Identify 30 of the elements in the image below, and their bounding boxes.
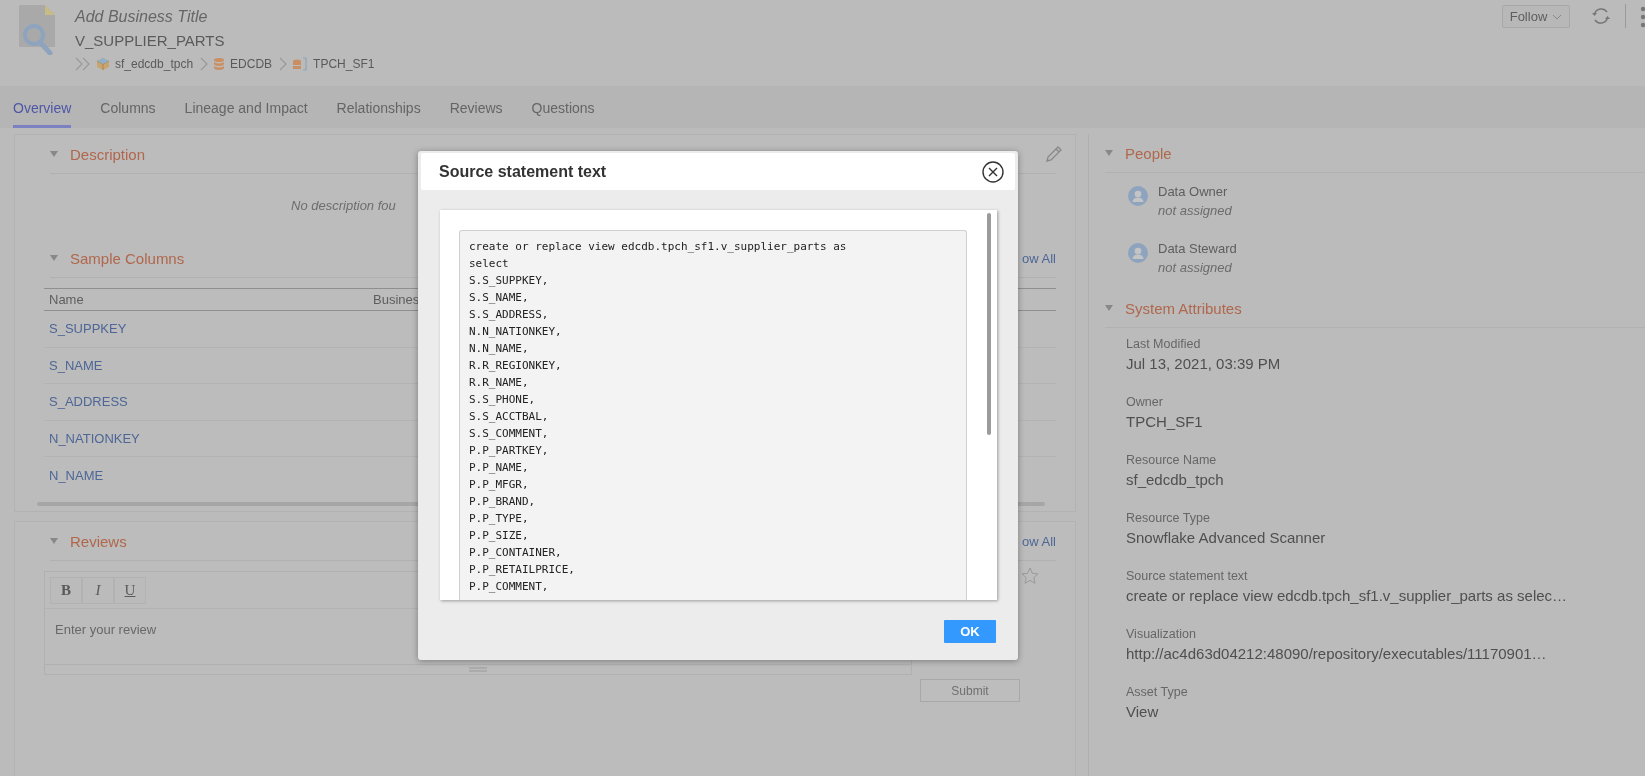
column-header: Busines <box>373 292 420 307</box>
attribute-value: TPCH_SF1 <box>1126 413 1204 430</box>
attribute-value: http://ac4d63d04212:48090/repository/executables/11170901… <box>1126 645 1548 662</box>
attribute-label: Visualization <box>1126 626 1197 642</box>
attribute-label: Owner <box>1126 394 1164 410</box>
review-placeholder: Enter your review <box>54 621 158 639</box>
attribute-value: Snowflake Advanced Scanner <box>1126 529 1327 546</box>
attribute-label: Source statement text <box>1126 568 1249 584</box>
section-title: System Attributes <box>1125 299 1242 317</box>
role-value: not assigned <box>1158 202 1232 220</box>
role-label: Data Owner <box>1158 183 1229 201</box>
empty-description-text: No description fou <box>291 198 396 213</box>
role-value: not assigned <box>1158 259 1233 277</box>
attribute-label: Last Modified <box>1126 336 1202 352</box>
attribute-label: Asset Type <box>1126 684 1189 700</box>
attribute-value: Jul 13, 2021, 03:39 PM <box>1126 355 1282 372</box>
section-title: Reviews <box>70 532 127 550</box>
attribute-value: View <box>1126 703 1160 720</box>
section-title: Description <box>70 145 146 163</box>
asset-name: V_SUPPLIER_PARTS <box>75 31 226 51</box>
column-header: Name <box>49 292 84 307</box>
attribute-value: sf_edcdb_tpch <box>1126 471 1225 488</box>
attribute-label: Resource Type <box>1126 510 1211 526</box>
section-title: People <box>1125 144 1172 162</box>
attribute-label: Resource Name <box>1126 452 1218 468</box>
dialog-title: Source statement text <box>439 162 607 181</box>
source-code-text: create or replace view edcdb.tpch_sf1.v_supplier_parts as select S.S_SUPPKEY, S.S_NAME, S.S_ADDRESS, N.N_NATIONKEY, N.N_NAME, R.R_REGIONKEY, R.R_NAME, S.S_PHONE, S.S_ACCTBAL, S.S_COMMENT, P.P_PARTKEY, P.P_NAME, P.P_MFGR, P.P_BRAND, P.P_TYPE, P.P_SIZE, P.P_CONTAINER, P.P_RETAILPRICE, P.P_COMMENT, <box>459 230 967 600</box>
section-title: Sample Columns <box>70 249 185 267</box>
attribute-value: create or replace view edcdb.tpch_sf1.v_supplier_parts as selec… <box>1126 587 1569 604</box>
role-label: Data Steward <box>1158 240 1237 258</box>
